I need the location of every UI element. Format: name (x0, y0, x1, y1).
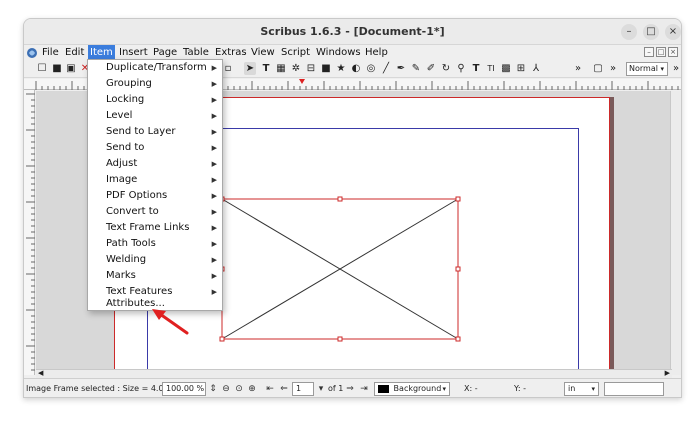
annotation-arrow-icon (152, 309, 189, 335)
